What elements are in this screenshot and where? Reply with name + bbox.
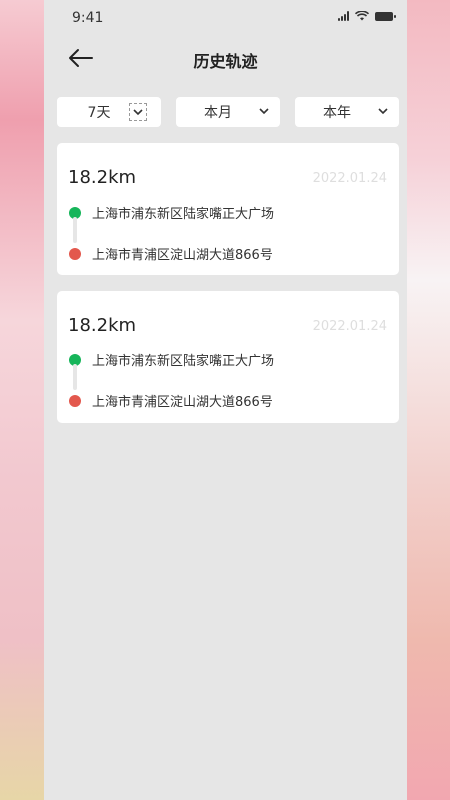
route-connector	[73, 217, 77, 243]
start-address: 上海市浦东新区陆家嘴正大广场	[92, 354, 275, 369]
wifi-icon	[355, 11, 369, 21]
filter-this-month[interactable]: 本月	[176, 97, 280, 127]
header: 历史轨迹	[44, 36, 407, 80]
filter-this-year[interactable]: 本年	[295, 97, 399, 127]
trip-end: 上海市青浦区淀山湖大道866号	[69, 391, 273, 410]
start-address: 上海市浦东新区陆家嘴正大广场	[92, 207, 275, 222]
filter-label: 本月	[204, 105, 232, 121]
chevron-down-icon	[259, 108, 269, 115]
background-right	[407, 0, 450, 800]
phone-screen: 9:41 历史轨迹 7天 本月 本年 18.2km 2022.01.24 上海市…	[44, 0, 407, 800]
status-time: 9:41	[72, 10, 104, 26]
trip-distance: 18.2km	[68, 315, 137, 336]
filter-label: 本年	[323, 105, 351, 121]
trip-date: 2022.01.24	[312, 319, 387, 334]
background-left	[0, 0, 44, 800]
end-address: 上海市青浦区淀山湖大道866号	[92, 248, 273, 263]
status-bar: 9:41	[44, 0, 407, 36]
end-dot-icon	[69, 394, 81, 407]
filter-bar: 7天 本月 本年	[57, 97, 399, 127]
filter-label: 7天	[87, 105, 111, 121]
end-dot-icon	[69, 247, 81, 260]
trip-date: 2022.01.24	[312, 171, 387, 186]
status-icons	[338, 11, 396, 21]
route-connector	[73, 364, 77, 390]
chevron-down-icon	[378, 108, 388, 115]
filter-7days[interactable]: 7天	[57, 97, 161, 127]
trip-end: 上海市青浦区淀山湖大道866号	[69, 244, 273, 263]
page-title: 历史轨迹	[193, 52, 258, 71]
trip-distance: 18.2km	[68, 167, 137, 188]
end-address: 上海市青浦区淀山湖大道866号	[92, 395, 273, 410]
battery-icon	[375, 11, 396, 21]
trip-card[interactable]: 18.2km 2022.01.24 上海市浦东新区陆家嘴正大广场 上海市青浦区淀…	[57, 143, 399, 275]
signal-icon	[338, 11, 349, 21]
trip-start: 上海市浦东新区陆家嘴正大广场	[69, 203, 274, 222]
chevron-down-icon	[129, 103, 147, 121]
trip-card[interactable]: 18.2km 2022.01.24 上海市浦东新区陆家嘴正大广场 上海市青浦区淀…	[57, 291, 399, 423]
trip-start: 上海市浦东新区陆家嘴正大广场	[69, 350, 274, 369]
